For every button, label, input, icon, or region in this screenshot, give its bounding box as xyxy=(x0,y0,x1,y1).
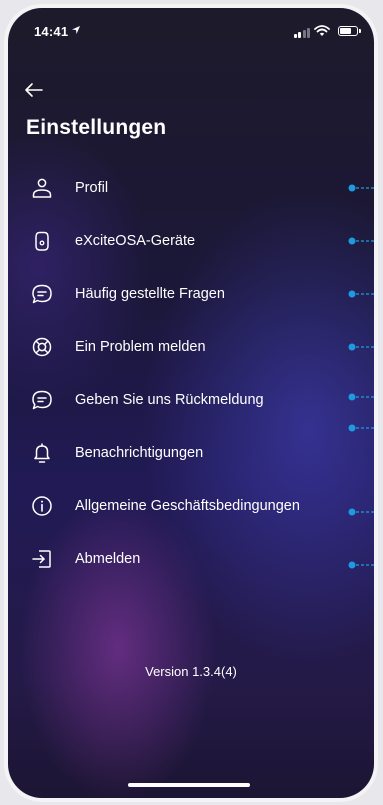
annotation-connector xyxy=(348,508,374,515)
back-arrow-icon[interactable] xyxy=(20,76,48,104)
annotation-connector xyxy=(348,184,374,191)
status-bar: 14:41 xyxy=(8,8,374,52)
menu-item-terms[interactable]: Allgemeine Geschäftsbedingungen xyxy=(8,479,374,532)
menu-item-label: eXciteOSA-Geräte xyxy=(75,232,196,249)
menu-item-feedback[interactable]: Geben Sie uns Rückmeldung xyxy=(8,373,374,426)
feedback-bubble-icon xyxy=(32,390,52,409)
menu-item-label: Häufig gestellte Fragen xyxy=(75,285,225,302)
menu-item-label: Ein Problem melden xyxy=(75,338,206,355)
menu-item-label: Abmelden xyxy=(75,550,141,567)
menu-item-label: Allgemeine Geschäftsbedingungen xyxy=(75,497,300,514)
battery-icon xyxy=(338,26,361,36)
annotation-connector xyxy=(348,343,374,350)
location-arrow-icon xyxy=(72,26,80,34)
annotation-connector xyxy=(348,393,374,400)
bell-icon xyxy=(34,442,50,463)
menu-item-devices[interactable]: eXciteOSA-Geräte xyxy=(8,214,374,267)
settings-menu: Profil eXciteOSA-Geräte Häufig gestellte… xyxy=(8,161,374,585)
lifebuoy-icon xyxy=(32,337,52,356)
status-time: 14:41 xyxy=(34,24,69,39)
annotation-connector xyxy=(348,290,374,297)
menu-item-label: Geben Sie uns Rückmeldung xyxy=(75,391,264,408)
battery-level xyxy=(340,28,351,34)
home-indicator[interactable] xyxy=(128,783,250,787)
cellular-signal-icon xyxy=(293,28,310,38)
menu-item-faq[interactable]: Häufig gestellte Fragen xyxy=(8,267,374,320)
menu-item-profil[interactable]: Profil xyxy=(8,161,374,214)
app-version: Version 1.3.4(4) xyxy=(145,664,237,679)
annotation-connector xyxy=(348,561,374,568)
wifi-icon xyxy=(314,25,330,36)
menu-item-notifications[interactable]: Benachrichtigungen xyxy=(8,424,374,479)
device-icon xyxy=(35,231,49,251)
phone-screen: 14:41 Einstellungen Profil eXciteOSA-Ger… xyxy=(8,8,374,798)
menu-item-label: Profil xyxy=(75,179,109,196)
user-icon xyxy=(32,178,52,198)
logout-icon xyxy=(32,549,51,568)
annotation-connector xyxy=(348,424,374,431)
page-title: Einstellungen xyxy=(26,116,167,139)
menu-item-report-problem[interactable]: Ein Problem melden xyxy=(8,320,374,373)
info-icon xyxy=(32,495,52,516)
annotation-connector xyxy=(348,237,374,244)
chat-bubble-icon xyxy=(32,284,52,303)
menu-item-logout[interactable]: Abmelden xyxy=(8,532,374,585)
menu-item-label: Benachrichtigungen xyxy=(75,444,204,461)
